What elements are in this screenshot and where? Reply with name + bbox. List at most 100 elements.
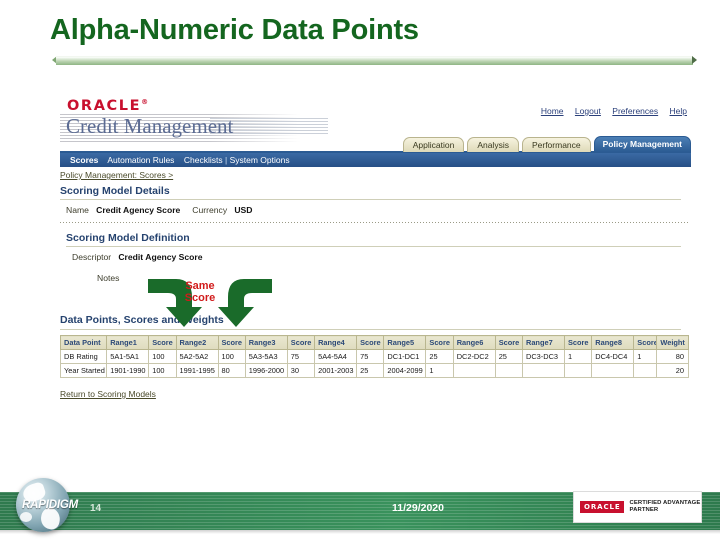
cell-range3: 1996-2000 xyxy=(244,363,288,378)
col-score7[interactable]: Score xyxy=(563,335,593,350)
title-divider xyxy=(52,56,697,65)
notes-field: Notes xyxy=(97,273,119,283)
cell-range3: 5A3-5A3 xyxy=(244,349,288,364)
cell-score7 xyxy=(563,363,593,378)
col-score3[interactable]: Score xyxy=(286,335,316,350)
link-logout[interactable]: Logout xyxy=(575,106,601,116)
page-title: Alpha-Numeric Data Points xyxy=(50,14,419,46)
tab-application[interactable]: Application xyxy=(402,137,465,152)
col-score2[interactable]: Score xyxy=(217,335,246,350)
footer-shadow xyxy=(0,530,720,534)
breadcrumb: Policy Management: Scores > xyxy=(60,170,173,180)
cell-range6: DC2-DC2 xyxy=(452,349,496,364)
heading-rule-1 xyxy=(60,199,681,200)
tab-policy-management[interactable]: Policy Management xyxy=(593,136,691,152)
col-score6[interactable]: Score xyxy=(494,335,523,350)
col-range4[interactable]: Range4 xyxy=(314,335,358,350)
cell-weight: 80 xyxy=(656,349,689,364)
divider-right-cap xyxy=(692,56,697,64)
return-to-scoring-models-link[interactable]: Return to Scoring Models xyxy=(60,389,156,399)
subnav-item-checklists[interactable]: Checklists xyxy=(184,155,223,165)
global-links: Home Logout Preferences Help xyxy=(532,106,687,116)
cell-range7: DC3-DC3 xyxy=(521,349,565,364)
oracle-partner-badge: ORACLE CERTIFIED ADVANTAGE PARTNER xyxy=(574,492,701,522)
cell-score2: 80 xyxy=(217,363,246,378)
cell-score4: 25 xyxy=(356,363,385,378)
subnav-separator: | xyxy=(225,155,228,165)
col-range7[interactable]: Range7 xyxy=(521,335,565,350)
cell-score4: 75 xyxy=(356,349,385,364)
annotation-line-2: Score xyxy=(184,291,216,304)
heading-rule-2 xyxy=(66,246,681,247)
col-score5[interactable]: Score xyxy=(425,335,454,350)
model-name-label: Name xyxy=(66,205,89,215)
cell-range4: 2001-2003 xyxy=(314,363,358,378)
globe-landmass-west xyxy=(20,512,32,522)
cell-score8 xyxy=(633,363,658,378)
section-heading-scoring-model-definition: Scoring Model Definition xyxy=(66,232,190,244)
breadcrumb-link[interactable]: Policy Management: Scores > xyxy=(60,170,173,180)
application-screenshot: ORACLE® Credit Management Home Logout Pr… xyxy=(52,92,697,414)
col-score8[interactable]: Score xyxy=(633,335,658,350)
cell-range1: 1901-1990 xyxy=(106,363,150,378)
cell-range5: 2004-2099 xyxy=(383,363,427,378)
descriptor-field: Descriptor Credit Agency Score xyxy=(72,252,203,262)
data-points-table: Data Point Range1 Score Range2 Score Ran… xyxy=(59,335,689,378)
subnav-item-system-options[interactable]: System Options xyxy=(230,155,290,165)
cell-range8 xyxy=(591,363,635,378)
partner-line-2: PARTNER xyxy=(629,507,659,513)
link-home[interactable]: Home xyxy=(541,106,564,116)
subnav-item-scores[interactable]: Scores xyxy=(70,155,98,165)
col-weight[interactable]: Weight xyxy=(656,335,689,350)
slide: Alpha-Numeric Data Points ORACLE® Credit… xyxy=(0,0,720,540)
cell-score6: 25 xyxy=(494,349,523,364)
table-header-row: Data Point Range1 Score Range2 Score Ran… xyxy=(59,335,689,350)
col-range8[interactable]: Range8 xyxy=(591,335,635,350)
cell-score6 xyxy=(494,363,523,378)
link-preferences[interactable]: Preferences xyxy=(612,106,658,116)
cell-score7: 1 xyxy=(563,349,593,364)
annotation-same-score: Same Score xyxy=(176,280,224,304)
slide-page-number: 14 xyxy=(90,503,102,514)
cell-score8: 1 xyxy=(633,349,658,364)
annotation-line-1: Same xyxy=(185,280,215,292)
col-range5[interactable]: Range5 xyxy=(383,335,427,350)
link-help[interactable]: Help xyxy=(670,106,687,116)
cell-data-point: Year Started xyxy=(59,363,108,378)
cell-range8: DC4-DC4 xyxy=(591,349,635,364)
col-range2[interactable]: Range2 xyxy=(175,335,219,350)
slide-date: 11/29/2020 xyxy=(392,502,444,514)
partner-line-1: CERTIFIED ADVANTAGE xyxy=(629,499,701,506)
cell-score3: 30 xyxy=(286,363,316,378)
col-score1[interactable]: Score xyxy=(148,335,177,350)
cell-weight: 20 xyxy=(656,363,689,378)
cell-range4: 5A4-5A4 xyxy=(314,349,358,364)
col-range1[interactable]: Range1 xyxy=(106,335,150,350)
cell-score3: 75 xyxy=(286,349,316,364)
cell-range5: DC1-DC1 xyxy=(383,349,427,364)
divider-bar xyxy=(56,56,693,65)
col-data-point[interactable]: Data Point xyxy=(59,335,108,350)
heading-rule-3 xyxy=(60,329,681,330)
sub-navigation-bar: Scores Automation Rules Checklists | Sys… xyxy=(60,153,691,167)
cell-score5: 25 xyxy=(425,349,454,364)
tab-performance[interactable]: Performance xyxy=(521,137,591,152)
cell-range1: 5A1-5A1 xyxy=(106,349,150,364)
col-score4[interactable]: Score xyxy=(356,335,385,350)
model-name-field: Name Credit Agency Score Currency USD xyxy=(66,205,252,215)
subnav-item-automation-rules[interactable]: Automation Rules xyxy=(107,155,174,165)
tab-analysis[interactable]: Analysis xyxy=(467,137,519,152)
col-range3[interactable]: Range3 xyxy=(244,335,288,350)
oracle-partner-logo: ORACLE xyxy=(580,501,624,513)
table-row: Year Started 1901-1990 100 1991-1995 80 … xyxy=(59,363,689,378)
cell-score5: 1 xyxy=(425,363,454,378)
col-range6[interactable]: Range6 xyxy=(452,335,496,350)
oracle-logo: ORACLE® xyxy=(67,98,150,114)
model-name-value: Credit Agency Score xyxy=(96,205,181,215)
cell-range2: 1991-1995 xyxy=(175,363,219,378)
descriptor-label: Descriptor xyxy=(72,252,112,262)
model-currency-value: USD xyxy=(234,205,253,215)
table-row: DB Rating 5A1-5A1 100 5A2-5A2 100 5A3-5A… xyxy=(59,349,689,364)
model-currency-label: Currency xyxy=(192,205,228,215)
cell-score1: 100 xyxy=(148,349,177,364)
